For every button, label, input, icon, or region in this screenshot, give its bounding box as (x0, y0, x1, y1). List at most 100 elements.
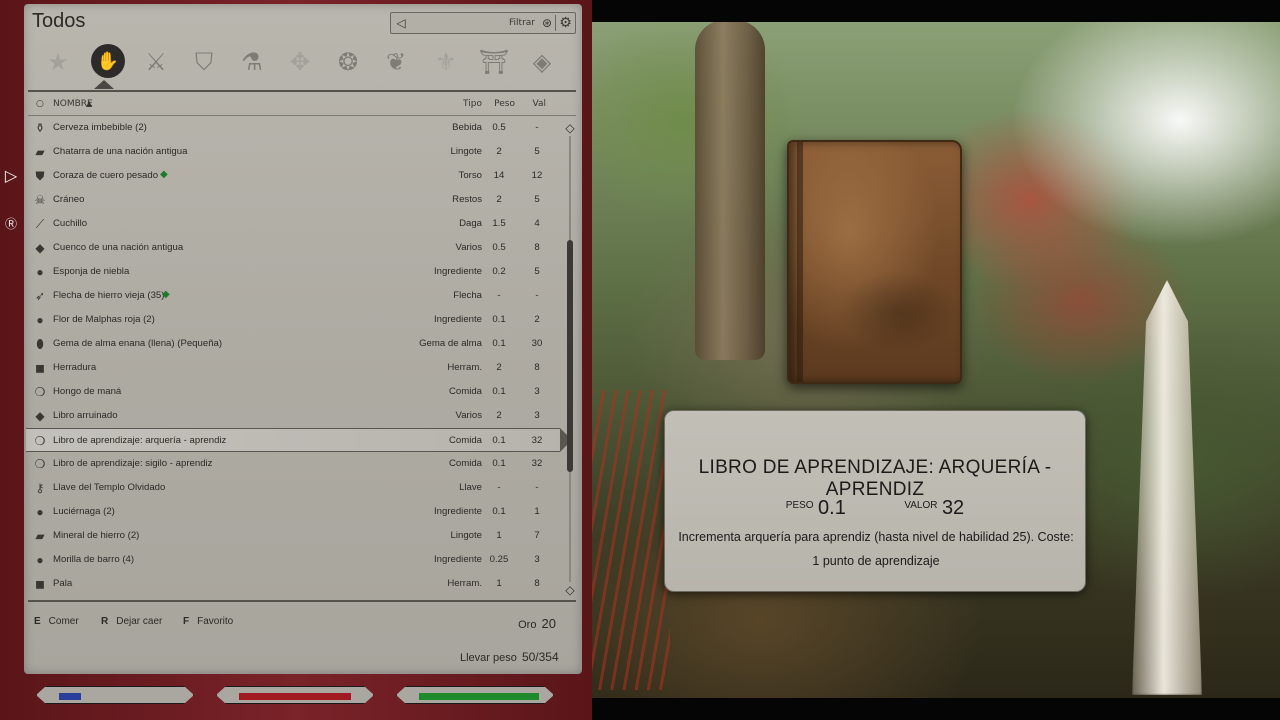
filter-label[interactable]: Filtrar (411, 18, 539, 28)
item-weight: 2 (496, 362, 502, 373)
action-key: R (101, 616, 109, 627)
item-row[interactable]: ⟋ Cuchillo Daga 1.5 4 (26, 212, 560, 236)
gold-label: Oro (518, 619, 537, 631)
item-value: 8 (534, 242, 540, 253)
item-row[interactable]: ❍ Libro de aprendizaje: arquería - aprend… (26, 428, 572, 452)
item-row[interactable]: ▰ Mineral de hierro (2) Lingote 1 7 (26, 524, 560, 548)
misc-icon: ◆ (35, 241, 45, 255)
active-category-pointer-icon (94, 80, 114, 89)
item-weight: 0.25 (489, 554, 509, 565)
item-type: Gema de alma (419, 338, 482, 349)
item-row[interactable]: ⚷ Llave del Templo Olvidado Llave - - (26, 476, 560, 500)
sort-circle-icon[interactable]: ○ (36, 99, 44, 109)
item-row[interactable]: ➶ Flecha de hierro vieja (35) ◆ Flecha - - (26, 284, 560, 308)
list-header: ○ NOMBRE ▲ Tipo Peso Val (28, 96, 578, 114)
all-items-icon[interactable]: ✋ (91, 44, 125, 78)
item-row[interactable]: ❍ Hongo de maná Comida 0.1 3 (26, 380, 560, 404)
potions-icon[interactable]: ⚗ (232, 42, 272, 82)
list-scrollbar[interactable]: ◇ ◇ (564, 120, 576, 598)
scroll-thumb[interactable] (567, 240, 573, 472)
side-tab-controls: ▷ Ⓡ (0, 166, 22, 236)
dagger-icon: ⟋ (35, 217, 45, 231)
item-type: Llave (459, 482, 482, 493)
item-row[interactable]: ⛊ Coraza de cuero pesado ◆ Torso 14 12 (26, 164, 560, 188)
item-name: Libro arruinado (53, 410, 118, 421)
settings-gear-icon[interactable]: ⚙ (555, 15, 575, 31)
action-key: E (34, 616, 41, 627)
item-weight: 0.1 (492, 386, 506, 397)
item-type: Daga (459, 218, 482, 229)
filter-bar[interactable]: ◁ Filtrar ⊛ ⚙ (390, 12, 576, 34)
item-name: Gema de alma enana (llena) (Pequeña) (53, 338, 223, 349)
carry-label: Llevar peso (460, 652, 517, 664)
item-value: 5 (534, 266, 540, 277)
item-row[interactable]: ● Esponja de niebla Ingrediente 0.2 5 (26, 260, 560, 284)
item-row[interactable]: ▰ Chatarra de una nación antigua Lingote 2 5 (26, 140, 560, 164)
action-eat[interactable]: E Comer (34, 616, 79, 627)
item-type: Bebida (452, 122, 482, 133)
item-value: 32 (531, 435, 543, 446)
misc-icon[interactable]: ◈ (522, 42, 562, 82)
item-type: Herram. (447, 578, 482, 589)
item-name: Mineral de hierro (2) (53, 530, 140, 541)
column-value[interactable]: Val (533, 99, 546, 109)
key-icon: ⚷ (35, 481, 45, 495)
scroll-up-icon[interactable]: ◇ (564, 120, 576, 136)
favorite-diamond-icon: ◆ (162, 289, 170, 300)
favorites-star-icon[interactable]: ★ (38, 42, 78, 82)
item-value: 32 (531, 458, 543, 469)
item-value: 2 (534, 314, 540, 325)
armor-icon[interactable]: ⛉ (184, 42, 224, 82)
misc-icon: ◆ (35, 409, 45, 423)
item-value: 5 (534, 146, 540, 157)
item-row[interactable]: ● Morilla de barro (4) Ingrediente 0.25 3 (26, 548, 560, 572)
action-drop[interactable]: R Dejar caer (101, 616, 162, 627)
item-weight: 2 (496, 146, 502, 157)
action-favorite[interactable]: F Favorito (183, 616, 233, 627)
potion-icon: ⚱ (34, 121, 46, 135)
item-list: ⚱ Cerveza imbebible (2) Bebida 0.5 - ▰ Chatarr… (26, 116, 572, 596)
item-row[interactable]: ☠ Cráneo Restos 2 5 (26, 188, 560, 212)
header-divider (28, 90, 576, 92)
category-title: Todos (32, 10, 86, 32)
item-row[interactable]: ◼ Pala Herram. 1 8 (26, 572, 560, 596)
food-icon: ❍ (34, 434, 46, 448)
left-tab-arrow-icon[interactable]: ▷ (2, 166, 20, 186)
item-name: Flecha de hierro vieja (35) (53, 290, 165, 301)
weapons-icon[interactable]: ⚔ (136, 42, 176, 82)
filter-back-icon[interactable]: ◁ (391, 16, 411, 30)
item-row[interactable]: ● Flor de Malphas roja (2) Ingrediente 0.1 2 (26, 308, 560, 332)
letterbox-top (560, 0, 1280, 22)
favorite-diamond-icon: ◆ (160, 169, 168, 180)
item-weight: 14 (493, 170, 505, 181)
item-row[interactable]: ⬮ Gema de alma enana (llena) (Pequeña) Gem… (26, 332, 560, 356)
item-row[interactable]: ◆ Cuenco de una nación antigua Varios 0.5 8 (26, 236, 560, 260)
card-title: LIBRO DE APRENDIZAJE: ARQUERÍA - APRENDI… (698, 457, 1052, 500)
item-row[interactable]: ◆ Libro arruinado Varios 2 3 (26, 404, 560, 428)
carry-value: 50/354 (521, 650, 559, 664)
item-row[interactable]: ❍ Libro de aprendizaje: sigilo - aprendiz… (26, 452, 560, 476)
books-icon[interactable]: ⚜ (426, 42, 466, 82)
column-type[interactable]: Tipo (463, 99, 482, 109)
armor-icon: ⛊ (35, 169, 45, 183)
keys-icon[interactable]: ⛩ (474, 42, 514, 82)
filter-icon[interactable]: ⊛ (539, 16, 555, 30)
scrolls-icon[interactable]: ✥ (280, 42, 320, 82)
r-key-icon[interactable]: Ⓡ (2, 214, 20, 234)
item-row[interactable]: ◼ Herradura Herram. 2 8 (26, 356, 560, 380)
item-type: Ingrediente (433, 266, 482, 277)
tool-icon: ◼ (35, 361, 45, 375)
card-value-label: VALOR (904, 500, 938, 511)
ingredients-icon[interactable]: ❦ (376, 42, 416, 82)
item-weight: 1 (496, 578, 502, 589)
item-row[interactable]: ⚱ Cerveza imbebible (2) Bebida 0.5 - (26, 116, 560, 140)
food-icon[interactable]: ❂ (328, 42, 368, 82)
item-name: Cráneo (53, 194, 85, 205)
scroll-down-icon[interactable]: ◇ (564, 582, 576, 598)
letterbox-bottom (560, 698, 1280, 720)
ingredient-icon: ● (36, 313, 44, 327)
item-name: Herradura (53, 362, 97, 373)
column-weight[interactable]: Peso (494, 99, 515, 109)
tree-trunk (695, 20, 765, 360)
item-row[interactable]: ● Luciérnaga (2) Ingrediente 0.1 1 (26, 500, 560, 524)
